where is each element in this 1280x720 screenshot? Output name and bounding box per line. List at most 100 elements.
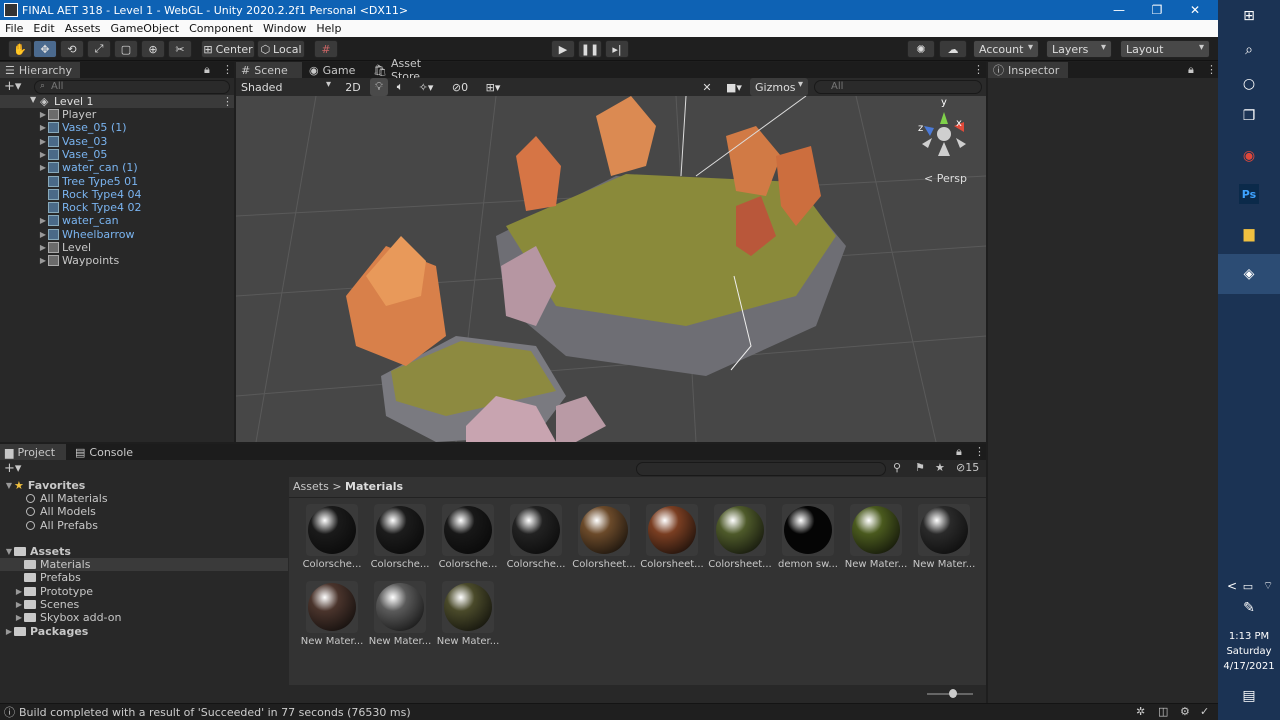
status-message[interactable]: Build completed with a result of 'Succee… xyxy=(19,706,411,719)
material-label[interactable]: Colorsheet... xyxy=(706,559,774,570)
move-tool-icon[interactable]: ✥ xyxy=(33,40,57,58)
tab-console[interactable]: ▤ Console xyxy=(70,444,136,460)
transform-tool-icon[interactable]: ⊕ xyxy=(141,40,165,58)
grid-snap-icon[interactable]: ⊞▾ xyxy=(478,78,508,96)
pause-button[interactable]: ❚❚ xyxy=(578,40,602,58)
hierarchy-item[interactable]: Rock Type4 04 xyxy=(38,188,142,201)
expand-arrow-icon[interactable]: ▶ xyxy=(38,243,48,252)
pivot-center-button[interactable]: ⊞ Center xyxy=(201,40,255,58)
menu-component[interactable]: Component xyxy=(184,22,258,35)
scene-menu-icon[interactable]: ⋮ xyxy=(222,95,233,108)
panel-menu-icon[interactable]: ⋮ xyxy=(222,63,233,76)
project-lock-icon[interactable]: 🔒︎ xyxy=(956,445,962,459)
favorite-star-icon[interactable]: ★ xyxy=(935,461,945,474)
material-thumbnail[interactable] xyxy=(578,504,630,556)
scene-viewport[interactable] xyxy=(236,96,986,442)
file-explorer-icon[interactable]: ▆ xyxy=(1239,224,1259,244)
scene-row[interactable]: ▼ ◈ Level 1 ⋮ xyxy=(0,95,234,108)
tab-asset-store[interactable]: 🛍︎ Asset Store xyxy=(368,57,448,83)
expand-arrow-icon[interactable]: ▶ xyxy=(14,613,24,622)
chrome-icon[interactable]: ◉ xyxy=(1239,146,1259,166)
favorite-item[interactable]: All Prefabs xyxy=(26,519,98,532)
material-label[interactable]: Colorsche... xyxy=(366,559,434,570)
collab-icon[interactable]: ✺ xyxy=(907,40,935,58)
expand-arrow-icon[interactable]: ▶ xyxy=(38,230,48,239)
menu-file[interactable]: File xyxy=(0,22,28,35)
clock-day[interactable]: Saturday xyxy=(1218,646,1280,657)
hierarchy-item[interactable]: ▶ Vase_05 xyxy=(38,148,108,161)
hierarchy-item[interactable]: Tree Type5 01 xyxy=(38,175,138,188)
tab-inspector[interactable]: ⓘ Inspector xyxy=(988,62,1068,78)
material-thumbnail[interactable] xyxy=(306,504,358,556)
hierarchy-item[interactable]: ▶ Waypoints xyxy=(38,254,119,267)
thumbnail-size-slider-handle[interactable] xyxy=(949,689,957,698)
expand-arrow-icon[interactable]: ▶ xyxy=(38,163,48,172)
play-button[interactable]: ▶ xyxy=(551,40,575,58)
menu-help[interactable]: Help xyxy=(311,22,346,35)
lock-icon[interactable]: 🔒︎ xyxy=(204,63,210,77)
project-search-input[interactable] xyxy=(636,462,886,476)
progress-icon[interactable]: ◫ xyxy=(1158,705,1168,718)
cortana-icon[interactable]: ○ xyxy=(1239,74,1259,94)
material-label[interactable]: New Mater... xyxy=(842,559,910,570)
hierarchy-item[interactable]: ▶ Vase_05 (1) xyxy=(38,121,127,134)
space-local-button[interactable]: ⬡ Local xyxy=(257,40,305,58)
tab-scene[interactable]: # Scene xyxy=(236,62,302,78)
clock-date[interactable]: 4/17/2021 xyxy=(1218,661,1280,672)
expand-arrow-icon[interactable]: ▼ xyxy=(30,95,36,104)
material-thumbnail[interactable] xyxy=(646,504,698,556)
orientation-gizmo[interactable] xyxy=(916,102,976,162)
scene-search-input[interactable]: All xyxy=(814,80,982,94)
tab-game[interactable]: ◉ Game xyxy=(304,62,364,78)
tools-icon[interactable]: ✕ xyxy=(698,78,716,96)
asset-folder-item[interactable]: Prefabs xyxy=(0,571,288,584)
account-dropdown[interactable]: Account xyxy=(973,40,1039,58)
expand-arrow-icon[interactable]: ▶ xyxy=(38,123,48,132)
expand-arrow-icon[interactable]: ▶ xyxy=(38,150,48,159)
snap-grid-icon[interactable]: # xyxy=(314,40,338,58)
material-label[interactable]: Colorsheet... xyxy=(638,559,706,570)
favorites-header[interactable]: ▼ ★ Favorites xyxy=(4,479,85,492)
expand-arrow-icon[interactable]: ▶ xyxy=(38,216,48,225)
pen-icon[interactable]: ✎ xyxy=(1239,598,1259,618)
hierarchy-item[interactable]: ▶ Level xyxy=(38,241,91,254)
hierarchy-search-input[interactable]: All xyxy=(34,80,230,94)
maximize-button[interactable]: ❐ xyxy=(1138,0,1176,20)
hierarchy-item[interactable]: ▶ water_can (1) xyxy=(38,161,138,174)
material-label[interactable]: demon sw... xyxy=(774,559,842,570)
effects-icon[interactable]: ✧▾ xyxy=(412,78,440,96)
hierarchy-item[interactable]: ▶ Vase_03 xyxy=(38,135,108,148)
gizmos-dropdown[interactable]: Gizmos xyxy=(750,78,808,96)
project-menu-icon[interactable]: ⋮ xyxy=(974,445,985,458)
mode-2d-button[interactable]: 2D xyxy=(342,78,364,96)
camera-icon[interactable]: ■▾ xyxy=(720,78,748,96)
windows-start-icon[interactable]: ⊞ xyxy=(1239,6,1259,26)
favorite-item[interactable]: All Materials xyxy=(26,492,108,505)
asset-folder-item[interactable]: Materials xyxy=(0,558,288,571)
material-label[interactable]: Colorsche... xyxy=(434,559,502,570)
projection-toggle[interactable]: < Persp xyxy=(924,172,967,185)
notifications-icon[interactable]: ▤ xyxy=(1239,686,1259,706)
wifi-icon[interactable]: ⌔ xyxy=(1258,576,1278,596)
task-view-icon[interactable]: ❐ xyxy=(1239,106,1259,126)
material-label[interactable]: New Mater... xyxy=(910,559,978,570)
menu-gameobject[interactable]: GameObject xyxy=(106,22,185,35)
scene-panel-menu-icon[interactable]: ⋮ xyxy=(973,63,984,76)
minimize-button[interactable]: — xyxy=(1100,0,1138,20)
unity-icon[interactable]: ◈ xyxy=(1239,264,1259,284)
expand-arrow-icon[interactable]: ▶ xyxy=(38,110,48,119)
asset-folder-item[interactable]: ▶ Skybox add-on xyxy=(0,611,288,624)
step-button[interactable]: ▸| xyxy=(605,40,629,58)
menu-edit[interactable]: Edit xyxy=(28,22,59,35)
project-create-icon[interactable]: +▾ xyxy=(4,461,21,476)
asset-folder-item[interactable]: ▶ Scenes xyxy=(0,598,288,611)
inspector-lock-icon[interactable]: 🔒︎ xyxy=(1188,63,1194,77)
menu-assets[interactable]: Assets xyxy=(60,22,106,35)
material-thumbnail[interactable] xyxy=(782,504,834,556)
rect-tool-icon[interactable]: ▢ xyxy=(114,40,138,58)
tab-hierarchy[interactable]: ☰ Hierarchy xyxy=(0,62,80,78)
auto-generate-icon[interactable]: ⚙ xyxy=(1180,705,1190,718)
layout-dropdown[interactable]: Layout xyxy=(1120,40,1210,58)
scale-tool-icon[interactable]: ⤢ xyxy=(87,40,111,58)
material-thumbnail[interactable] xyxy=(442,581,494,633)
